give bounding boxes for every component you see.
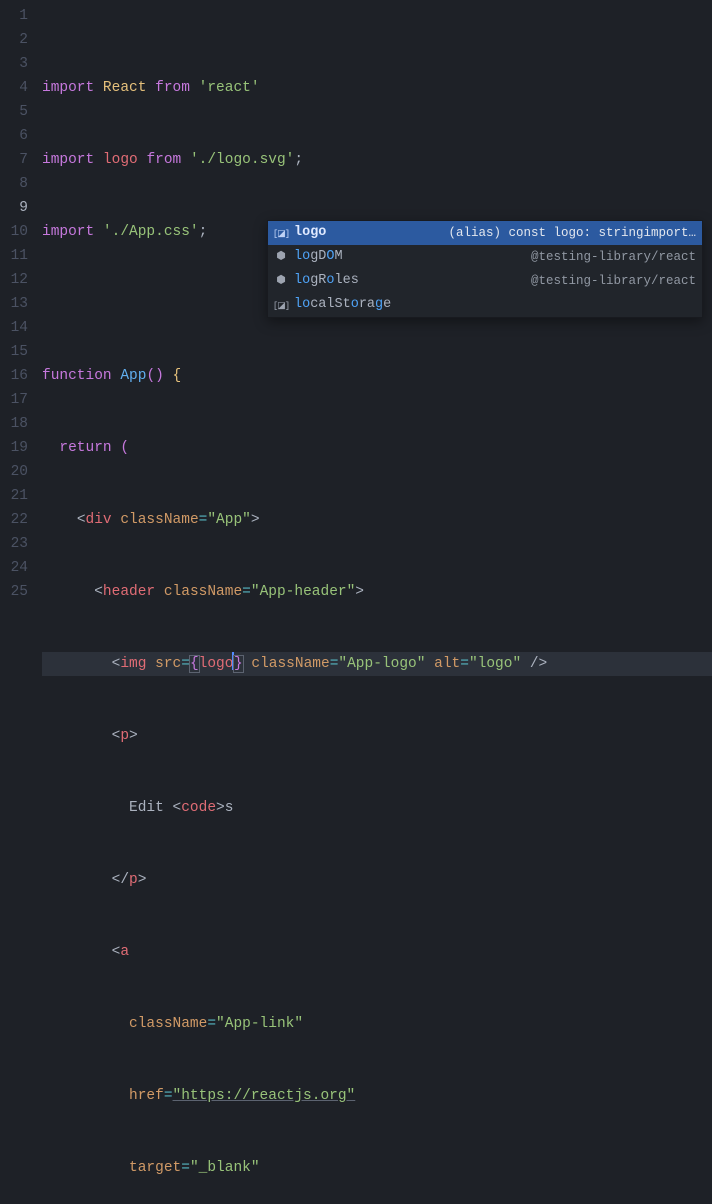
code-area[interactable]: import React from 'react' import logo fr… xyxy=(42,4,712,602)
module-icon xyxy=(272,245,290,270)
module-icon xyxy=(272,269,290,294)
line-number: 13 xyxy=(0,292,28,316)
code-line: <header className="App-header"> xyxy=(42,580,712,604)
line-number-gutter: 1234567891011121314151617181920212223242… xyxy=(0,4,42,602)
code-line-active: <img src={logo} className="App-logo" alt… xyxy=(42,652,712,676)
autocomplete-item[interactable]: logRoles @testing-library/react xyxy=(268,269,702,293)
autocomplete-label: logDOM xyxy=(294,245,343,269)
line-number: 3 xyxy=(0,52,28,76)
line-number: 21 xyxy=(0,484,28,508)
code-editor[interactable]: 1234567891011121314151617181920212223242… xyxy=(0,0,712,602)
line-number: 1 xyxy=(0,4,28,28)
symbol-icon xyxy=(272,293,290,318)
line-number: 18 xyxy=(0,412,28,436)
code-line: </p> xyxy=(42,868,712,892)
code-line: <p> xyxy=(42,724,712,748)
code-line: return ( xyxy=(42,436,712,460)
line-number: 2 xyxy=(0,28,28,52)
line-number: 5 xyxy=(0,100,28,124)
code-line: className="App-link" xyxy=(42,1012,712,1036)
line-number: 16 xyxy=(0,364,28,388)
line-number: 20 xyxy=(0,460,28,484)
autocomplete-item[interactable]: logo (alias) const logo: stringimport… xyxy=(268,221,702,245)
autocomplete-label: localStorage xyxy=(294,293,391,317)
code-line: Edit <code>s xyxy=(42,796,712,820)
line-number: 9 xyxy=(0,196,28,220)
code-line: <div className="App"> xyxy=(42,508,712,532)
line-number: 22 xyxy=(0,508,28,532)
line-number: 19 xyxy=(0,436,28,460)
code-line: target="_blank" xyxy=(42,1156,712,1180)
symbol-icon xyxy=(272,221,290,246)
code-line: <a xyxy=(42,940,712,964)
autocomplete-detail: @testing-library/react xyxy=(531,245,696,269)
code-line: import logo from './logo.svg'; xyxy=(42,148,712,172)
autocomplete-label: logRoles xyxy=(294,269,359,293)
line-number: 15 xyxy=(0,340,28,364)
line-number: 17 xyxy=(0,388,28,412)
line-number: 11 xyxy=(0,244,28,268)
code-line: function App() { xyxy=(42,364,712,388)
autocomplete-item[interactable]: localStorage xyxy=(268,293,702,317)
line-number: 24 xyxy=(0,556,28,580)
line-number: 23 xyxy=(0,532,28,556)
line-number: 6 xyxy=(0,124,28,148)
code-line: href="https://reactjs.org" xyxy=(42,1084,712,1108)
line-number: 4 xyxy=(0,76,28,100)
code-line: import React from 'react' xyxy=(42,76,712,100)
line-number: 8 xyxy=(0,172,28,196)
autocomplete-label: logo xyxy=(294,221,326,245)
line-number: 12 xyxy=(0,268,28,292)
autocomplete-detail: (alias) const logo: stringimport… xyxy=(448,221,696,245)
autocomplete-detail: @testing-library/react xyxy=(531,269,696,293)
line-number: 10 xyxy=(0,220,28,244)
line-number: 14 xyxy=(0,316,28,340)
autocomplete-item[interactable]: logDOM @testing-library/react xyxy=(268,245,702,269)
autocomplete-popup[interactable]: logo(alias) const logo: stringimport…log… xyxy=(267,220,703,318)
line-number: 25 xyxy=(0,580,28,604)
line-number: 7 xyxy=(0,148,28,172)
